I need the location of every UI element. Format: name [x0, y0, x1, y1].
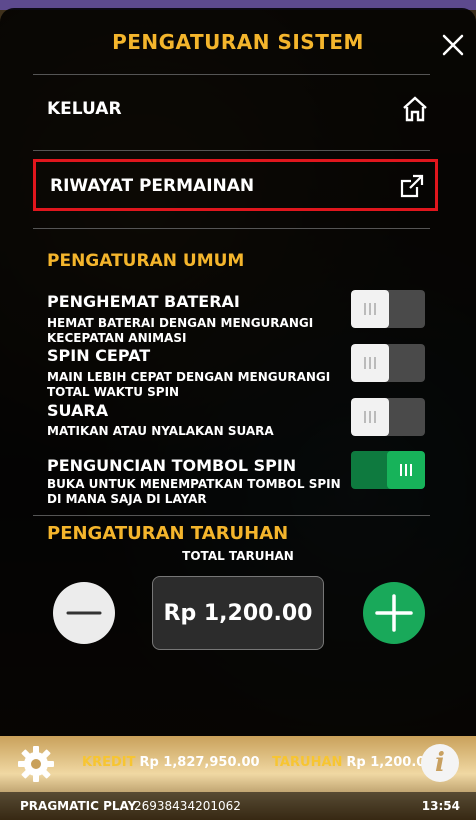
divider	[33, 515, 430, 516]
external-link-icon	[399, 173, 425, 199]
credit-bet-readout: KREDIT Rp 1,827,950.00 TARUHAN Rp 1,200.00	[82, 755, 434, 770]
quick-spin-desc: MAIN LEBIH CEPAT DENGAN MENGURANGI TOTAL…	[47, 370, 331, 399]
footer-row: PRAGMATIC PLAY 26938434201062 13:54	[0, 792, 476, 820]
info-icon[interactable]: i	[421, 744, 459, 782]
spin-button-lock-toggle[interactable]	[351, 451, 425, 489]
status-bar: KREDIT Rp 1,827,950.00 TARUHAN Rp 1,200.00…	[0, 736, 476, 820]
bet-value-display: Rp 1,200.00	[152, 576, 324, 650]
brand-name: PRAGMATIC PLAY	[20, 799, 137, 813]
battery-saver-desc: HEMAT BATERAI DENGAN MENGURANGI KECEPATA…	[47, 316, 314, 345]
spin-button-lock-desc: BUKA UNTUK MENEMPATKAN TOMBOL SPIN DI MA…	[47, 477, 341, 506]
toggle-knob	[351, 398, 389, 436]
sound-title: SUARA	[47, 401, 109, 420]
decrease-bet-button[interactable]	[53, 582, 115, 644]
clock: 13:54	[421, 799, 460, 813]
credit-value: Rp 1,827,950.00	[139, 755, 260, 770]
game-history-menu-item[interactable]: RIWAYAT PERMAINAN	[33, 159, 438, 211]
close-icon[interactable]	[436, 28, 470, 62]
general-settings-heading: PENGATURAN UMUM	[47, 251, 245, 271]
quick-spin-title: SPIN CEPAT	[47, 346, 151, 365]
increase-bet-button[interactable]	[363, 582, 425, 644]
minus-icon	[66, 611, 102, 615]
toggle-knob	[387, 451, 425, 489]
divider	[33, 74, 430, 75]
quick-spin-toggle[interactable]	[351, 344, 425, 382]
toggle-knob	[351, 344, 389, 382]
spin-button-lock-title: PENGUNCIAN TOMBOL SPIN	[47, 456, 297, 475]
sound-desc: MATIKAN ATAU NYALAKAN SUARA	[47, 424, 274, 438]
total-bet-label: TOTAL TARUHAN	[182, 549, 294, 563]
toggle-knob	[351, 290, 389, 328]
exit-label: KELUAR	[47, 99, 122, 119]
round-id: 26938434201062	[134, 799, 241, 813]
battery-saver-title: PENGHEMAT BATERAI	[47, 292, 240, 311]
bet-settings-heading: PENGATURAN TARUHAN	[47, 523, 289, 544]
home-icon	[402, 96, 428, 122]
bet-value: Rp 1,200.00	[163, 600, 313, 626]
divider	[33, 150, 430, 151]
dialog-title: PENGATURAN SISTEM	[112, 30, 364, 54]
plus-icon	[375, 594, 413, 632]
sound-toggle[interactable]	[351, 398, 425, 436]
exit-menu-item[interactable]: KELUAR	[33, 85, 438, 135]
divider	[33, 228, 430, 229]
battery-saver-toggle[interactable]	[351, 290, 425, 328]
history-label: RIWAYAT PERMAINAN	[50, 176, 255, 196]
bet-label: TARUHAN	[272, 755, 343, 770]
credit-label: KREDIT	[82, 755, 136, 770]
gear-icon[interactable]	[16, 744, 56, 784]
